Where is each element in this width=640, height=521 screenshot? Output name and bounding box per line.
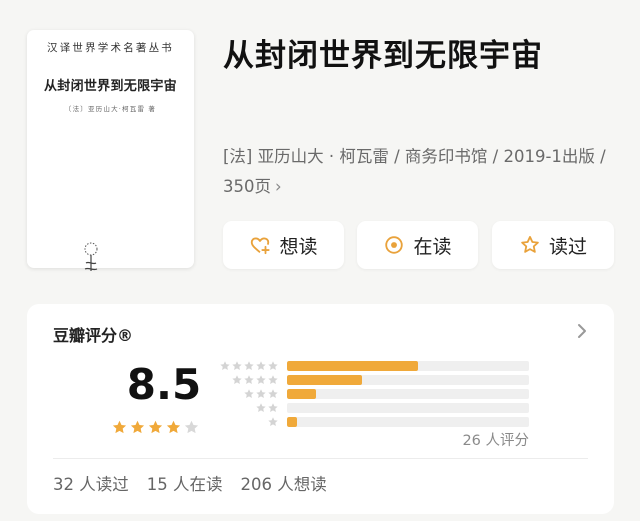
rating-distribution-row xyxy=(217,374,529,386)
distribution-bar-track xyxy=(287,361,529,371)
star-small-icon xyxy=(268,389,278,398)
star-small-icon xyxy=(220,361,230,370)
distribution-bar-fill xyxy=(287,389,317,399)
star-filled-icon xyxy=(148,420,163,434)
divider xyxy=(53,458,588,459)
star-small-icon xyxy=(256,361,266,370)
want-to-read-button[interactable]: 想读 xyxy=(223,221,344,269)
star-small-icon xyxy=(268,361,278,370)
have-read-label: 读过 xyxy=(548,235,587,258)
star-outline-icon xyxy=(521,236,539,253)
distribution-stars xyxy=(217,416,279,428)
star-filled-icon xyxy=(112,420,127,434)
rating-card[interactable]: 豆瓣评分® 8.5 26 人评分 32 人读过 15 人在读 206 人想读 xyxy=(27,304,614,514)
cover-series-text: 汉译世界学术名著丛书 xyxy=(47,42,174,54)
star-small-icon xyxy=(244,361,254,370)
star-filled-icon xyxy=(130,420,145,434)
star-small-icon xyxy=(244,389,254,398)
rating-distribution-row xyxy=(217,360,529,372)
book-title: 从封闭世界到无限宇宙 xyxy=(223,38,543,74)
reader-stats: 32 人读过 15 人在读 206 人想读 xyxy=(53,471,327,495)
reading-dot-icon xyxy=(385,236,404,254)
chevron-right-icon[interactable] xyxy=(575,322,589,340)
star-filled-icon xyxy=(166,420,181,434)
rating-score: 8.5 xyxy=(126,360,202,409)
star-small-icon xyxy=(268,375,278,384)
star-empty-icon xyxy=(184,420,199,434)
star-small-icon xyxy=(232,361,242,370)
star-small-icon xyxy=(268,417,278,426)
want-to-read-label: 想读 xyxy=(279,235,318,258)
chevron-right-icon: › xyxy=(275,177,282,196)
reading-label: 在读 xyxy=(413,235,452,258)
star-small-icon xyxy=(256,403,266,412)
distribution-stars xyxy=(217,388,279,400)
have-read-button[interactable]: 读过 xyxy=(492,221,614,269)
star-small-icon xyxy=(232,375,242,384)
rating-label: 豆瓣评分® xyxy=(53,326,134,345)
rating-count: 26 人评分 xyxy=(462,433,529,449)
distribution-bar-track xyxy=(287,403,529,413)
star-small-icon xyxy=(244,375,254,384)
cover-title-text: 从封闭世界到无限宇宙 xyxy=(43,79,177,94)
rating-distribution-row xyxy=(217,402,529,414)
distribution-stars xyxy=(217,402,279,414)
reading-count[interactable]: 15 人在读 xyxy=(147,471,223,495)
rating-stars xyxy=(111,419,200,436)
distribution-stars xyxy=(217,360,279,372)
distribution-bar-fill xyxy=(287,375,363,385)
cover-author-text: 〔法〕亚历山大·柯瓦雷 著 xyxy=(64,105,157,113)
star-small-icon xyxy=(256,389,266,398)
want-count[interactable]: 206 人想读 xyxy=(241,471,327,495)
reading-button[interactable]: 在读 xyxy=(357,221,478,269)
distribution-bar-track xyxy=(287,417,529,427)
heart-plus-icon xyxy=(251,237,271,255)
read-count[interactable]: 32 人读过 xyxy=(53,471,129,495)
distribution-stars xyxy=(217,374,279,386)
distribution-bar-track xyxy=(287,375,529,385)
star-small-icon xyxy=(256,375,266,384)
rating-distribution-row xyxy=(217,416,529,428)
distribution-bar-fill xyxy=(287,361,418,371)
book-cover[interactable]: 汉译世界学术名著丛书 从封闭世界到无限宇宙 〔法〕亚历山大·柯瓦雷 著 xyxy=(27,30,194,271)
star-small-icon xyxy=(268,403,278,412)
book-meta-link[interactable]: [法] 亚历山大 · 柯瓦雷 / 商务印书馆 / 2019-1出版 / 350页… xyxy=(223,142,618,202)
publisher-emblem-icon xyxy=(84,242,98,271)
distribution-bar-track xyxy=(287,389,529,399)
distribution-bar-fill xyxy=(287,417,297,427)
rating-distribution-row xyxy=(217,388,529,400)
